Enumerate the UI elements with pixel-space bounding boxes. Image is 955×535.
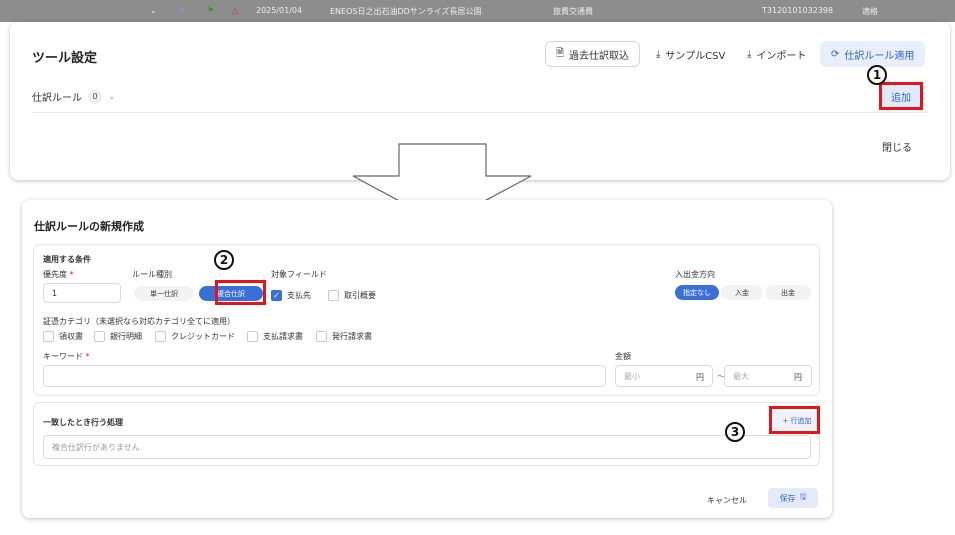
row-account: 旅費交通費 <box>553 7 593 16</box>
dialog-title: ツール設定 <box>32 51 98 66</box>
category-payment-invoice-checkbox[interactable]: 支払請求書 <box>247 331 303 342</box>
save-label: 保存 <box>779 493 796 503</box>
sample-csv-button[interactable]: ⤓ サンプルCSV <box>645 41 737 67</box>
row-vendor: ENEOS日之出石油DDサンライズ長居公園 <box>330 7 482 16</box>
keyword-label: キーワード * <box>43 352 90 361</box>
download-icon: ⤓ <box>747 48 752 60</box>
apply-rules-label: 仕訳ルール適用 <box>844 50 915 62</box>
category-bank-checkbox[interactable]: 銀行明細 <box>94 331 142 342</box>
new-rule-dialog: 仕訳ルールの新規作成 適用する条件 優先度 * 1 ルール種別 単一仕訳 複合仕… <box>22 200 832 518</box>
checkbox-label: 取引概要 <box>344 291 376 300</box>
category-credit-card-checkbox[interactable]: クレジットカード <box>155 331 235 342</box>
actions-panel: 一致したとき行う処理 複合仕訳行がありません <box>33 402 820 466</box>
rule-type-single-option[interactable]: 単一仕訳 <box>134 286 194 301</box>
highlight-box-3 <box>769 406 820 434</box>
placeholder-text: 最大 <box>733 371 749 381</box>
download-icon: ⤓ <box>656 48 661 60</box>
keyword-input[interactable] <box>43 365 606 387</box>
priority-label: 優先度 * <box>43 270 74 279</box>
checkbox-icon <box>328 290 339 301</box>
match-action-label: 一致したとき行う処理 <box>43 418 123 427</box>
amount-min-unit: 円 <box>696 373 704 382</box>
checkbox-checked-icon: ✓ <box>271 290 282 301</box>
rule-label: 仕訳ルール <box>32 93 82 104</box>
checkbox-label: 銀行明細 <box>110 332 142 341</box>
import-button[interactable]: ⤓ インポート <box>736 41 818 67</box>
highlight-box-1 <box>879 82 923 110</box>
target-field-summary-checkbox[interactable]: 取引概要 <box>328 290 376 301</box>
checkbox-label: クレジットカード <box>171 332 235 341</box>
placeholder-text: 最小 <box>624 371 640 381</box>
import-label: インポート <box>756 50 807 62</box>
past-import-label: 過去仕訳取込 <box>569 50 630 62</box>
priority-input[interactable]: 1 <box>43 283 121 303</box>
edit-icon: ✎ <box>178 6 185 15</box>
save-button[interactable]: 保存 🖫 <box>768 488 818 508</box>
category-receipt-checkbox[interactable]: 領収書 <box>43 331 83 342</box>
flag-icon: ⚑ <box>207 6 215 15</box>
direction-out-option[interactable]: 出金 <box>765 285 811 300</box>
checkbox-label: 発行請求書 <box>332 332 372 341</box>
cancel-button[interactable]: キャンセル <box>707 495 747 506</box>
annotation-number-2: 2 <box>214 250 234 270</box>
target-field-payee-checkbox[interactable]: ✓ 支払先 <box>271 290 311 301</box>
screenshot: ⌄ ✎ ⚑ △ 2025/01/04 ENEOS日之出石油DDサンライズ長居公園… <box>0 0 955 535</box>
direction-none-option[interactable]: 指定なし <box>675 285 719 300</box>
highlight-box-2 <box>215 280 266 305</box>
checkbox-label: 支払請求書 <box>263 332 303 341</box>
background-table-row: ⌄ ✎ ⚑ △ 2025/01/04 ENEOS日之出石油DDサンライズ長居公園… <box>0 0 955 22</box>
amount-label: 金額 <box>615 352 631 361</box>
chevron-down-icon: ⌄ <box>150 6 157 15</box>
refresh-icon: ⟳ <box>831 48 840 60</box>
rule-type-label: ルール種別 <box>132 270 172 279</box>
target-field-label: 対象フィールド <box>271 270 327 279</box>
checkbox-icon <box>43 331 54 342</box>
row-number: T3120101032398 <box>762 6 834 15</box>
annotation-number-3: 3 <box>725 422 745 442</box>
category-label: 証憑カテゴリ（未選択なら対応カテゴリ全てに適用） <box>43 317 235 326</box>
conditions-panel: 適用する条件 優先度 * 1 ルール種別 単一仕訳 複合仕訳 2 対象フィールド… <box>33 244 820 396</box>
past-import-button[interactable]: 🗎 過去仕訳取込 <box>545 41 641 67</box>
divider <box>32 112 928 113</box>
checkbox-icon <box>94 331 105 342</box>
chevron-down-icon: ⌄ <box>108 91 116 102</box>
conditions-heading: 適用する条件 <box>43 255 91 264</box>
dialog-title: 仕訳ルールの新規作成 <box>34 220 144 233</box>
document-icon: 🗎 <box>556 47 565 59</box>
sample-csv-label: サンプルCSV <box>665 50 726 62</box>
rule-section-header[interactable]: 仕訳ルール 0 ⌄ <box>32 89 116 104</box>
checkbox-icon <box>155 331 166 342</box>
row-date: 2025/01/04 <box>256 6 303 15</box>
checkbox-label: 支払先 <box>287 291 311 300</box>
annotation-number-1: 1 <box>867 65 887 85</box>
category-issued-invoice-checkbox[interactable]: 発行請求書 <box>316 331 372 342</box>
compound-rows-empty: 複合仕訳行がありません <box>43 435 811 459</box>
direction-label: 入出金方向 <box>675 270 715 279</box>
checkbox-icon <box>247 331 258 342</box>
close-button[interactable]: 閉じる <box>882 139 912 154</box>
direction-in-option[interactable]: 入金 <box>721 285 763 300</box>
checkbox-label: 領収書 <box>59 332 83 341</box>
warning-icon: △ <box>232 6 239 15</box>
apply-rules-button[interactable]: ⟳ 仕訳ルール適用 <box>820 41 926 67</box>
save-icon: 🖫 <box>799 492 807 501</box>
checkbox-icon <box>316 331 327 342</box>
amount-max-unit: 円 <box>794 373 802 382</box>
row-status: 適格 <box>862 7 878 16</box>
rule-count-badge: 0 <box>88 89 102 104</box>
